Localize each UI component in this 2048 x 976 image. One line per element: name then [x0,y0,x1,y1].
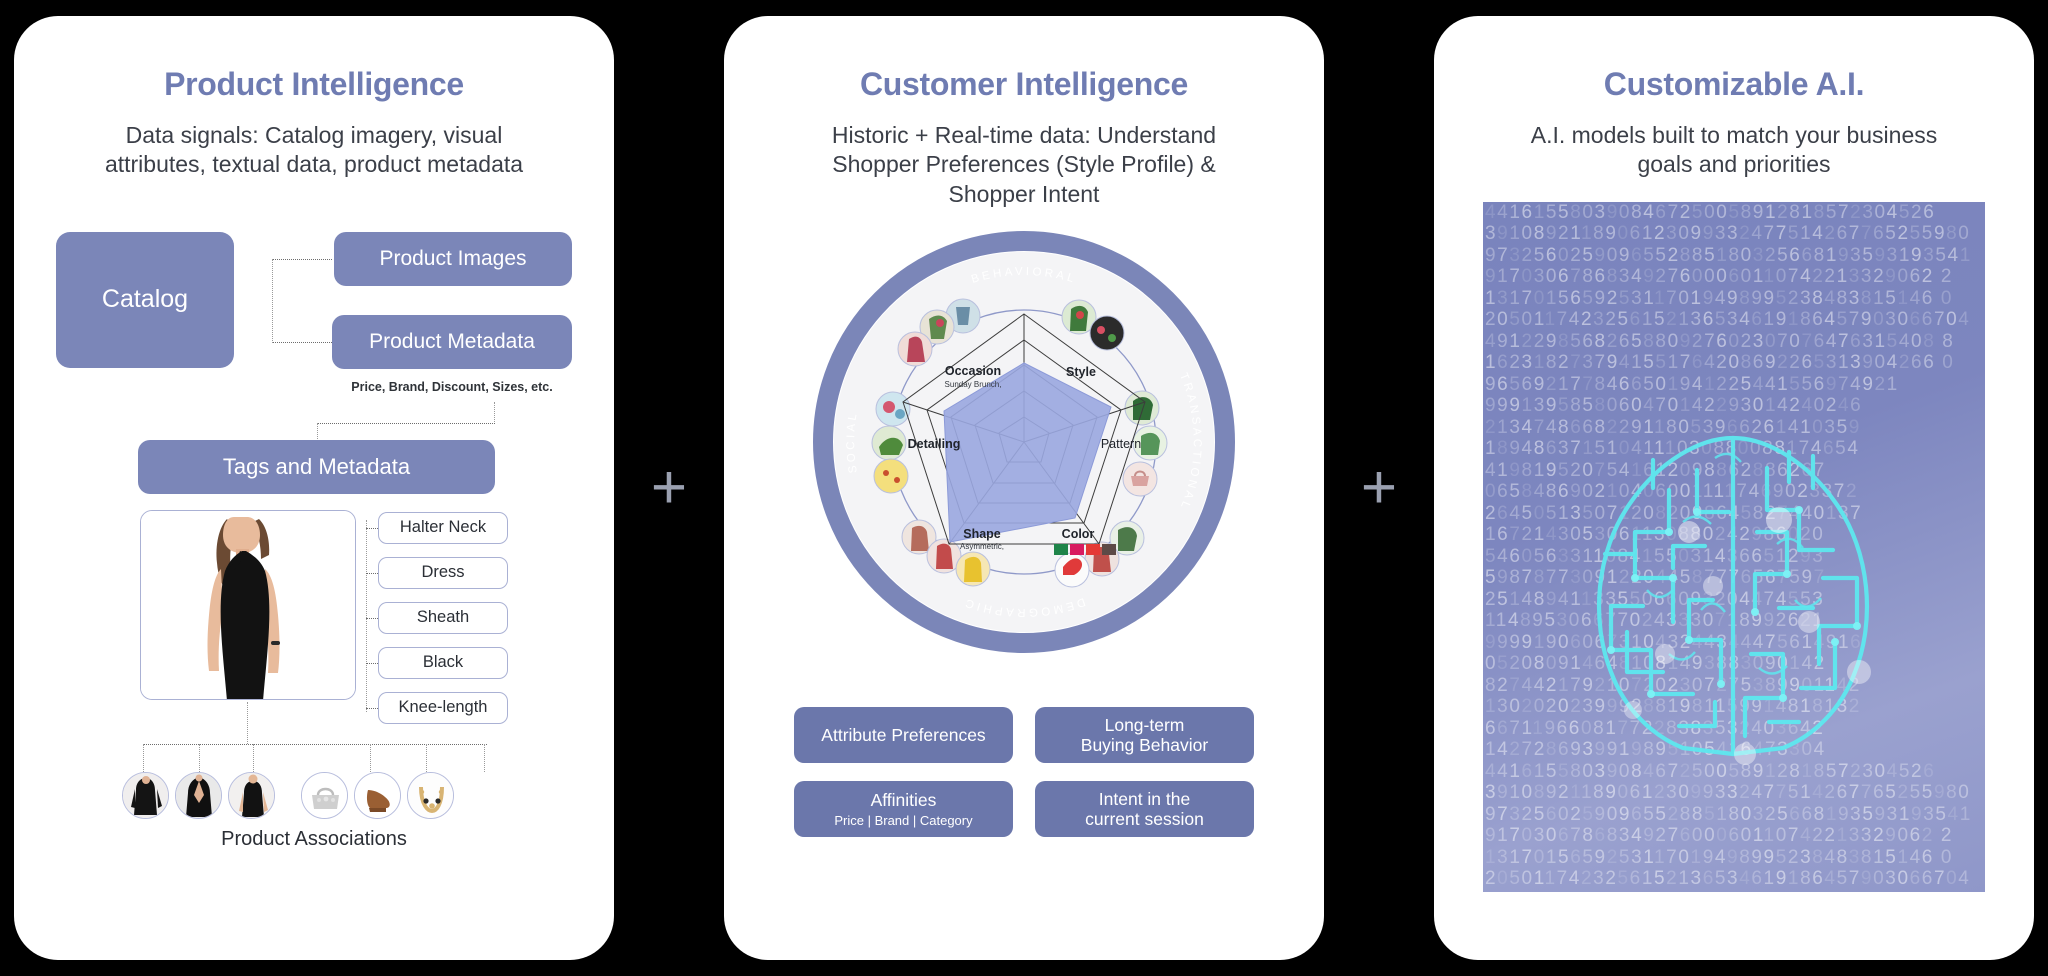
panel-3-title: Customizable A.I. [1603,66,1865,102]
affinities-label: Affinities [870,790,937,811]
connector-catalog-vertical [272,258,273,343]
association-thumb-dress-3[interactable] [228,771,275,819]
panel-2-subtitle: Historic + Real-time data: Understand Sh… [831,122,1217,207]
ai-brain-circuit-graphic: 4416155803908467250058912818572304526 39… [1483,201,1985,892]
comparison-panels-container: Product Intelligence Data signals: Catal… [0,0,2048,976]
radar-label-pattern: Pattern [1101,437,1141,451]
affinities-button[interactable]: Affinities Price | Brand | Category [794,781,1013,838]
radar-label-occasion: Occasion [945,364,1001,378]
assoc-drop [199,743,200,772]
product-images-node[interactable]: Product Images [334,231,572,286]
assoc-drop [143,743,144,772]
association-thumb-dress-2[interactable] [175,771,222,819]
black-dress-photo [141,510,355,699]
customer-signal-buttons: Attribute Preferences Long-term Buying B… [794,707,1254,838]
association-thumb-shoe[interactable] [354,771,401,819]
assoc-drop [253,743,254,772]
long-term-line1: Long-term [1104,714,1185,735]
tag-connector [366,707,378,709]
panel-product-intelligence: Product Intelligence Data signals: Catal… [14,16,614,960]
tag-connector [366,662,378,664]
connector-meta-down [494,401,495,424]
radar-label-style: Style [1066,365,1096,379]
connector-tags-down [317,422,318,441]
brain-circuit-overlay [1597,435,1871,765]
product-associations-caption: Product Associations [221,827,407,850]
attribute-tag[interactable]: Dress [378,556,508,589]
tag-connector [366,527,378,529]
assoc-bar [143,743,487,745]
panel-customizable-ai: Customizable A.I. A.I. models built to m… [1434,16,2034,960]
radar-label-color: Color [1062,527,1095,541]
product-intelligence-diagram: Catalog Product Images Product Metadata … [14,180,614,960]
color-swatch-red [1086,544,1100,556]
tags-and-metadata-node[interactable]: Tags and Metadata [138,439,495,494]
assoc-drop [484,743,485,772]
long-term-line2: Buying Behavior [1080,735,1209,756]
product-metadata-node[interactable]: Product Metadata [332,314,572,369]
radar-label-shape: Shape [963,527,1001,541]
product-associations-row [122,771,502,819]
attribute-tag-list: Halter Neck Dress Sheath Black Knee-leng… [378,511,508,737]
radar-sublabel-occasion: Sunday Brunch, [945,380,1002,389]
intent-line2: current session [1085,809,1204,830]
attribute-tag[interactable]: Knee-length [378,691,508,724]
connector-meta-across [317,422,495,424]
association-thumb-necklace[interactable] [407,771,454,819]
customer-intelligence-diagram: BEHAVIORAL TRANSACTIONAL DEMOGRAPHIC SOC… [724,209,1324,960]
attribute-preferences-button[interactable]: Attribute Preferences [794,707,1013,764]
plus-separator-2: + [1360,453,1398,522]
tag-connector [366,617,378,619]
connector-catalog-metadata [272,341,332,343]
assoc-stem [247,701,248,744]
association-thumb-handbag[interactable] [301,771,348,819]
tag-connector [366,572,378,574]
plus-separator-1: + [650,453,688,522]
customizable-ai-visual: 4416155803908467250058912818572304526 39… [1434,180,2034,960]
panel-customer-intelligence: Customer Intelligence Historic + Real-ti… [724,16,1324,960]
attribute-preferences-label: Attribute Preferences [821,724,986,745]
intent-line1: Intent in the [1098,788,1191,809]
affinities-sublabel: Price | Brand | Category [834,812,973,828]
connector-catalog-images [272,258,332,260]
attribute-tag[interactable]: Sheath [378,601,508,634]
association-thumb-dress-1[interactable] [122,771,169,819]
panel-1-title: Product Intelligence [164,66,464,102]
radar-label-detailing: Detailing [908,437,961,451]
color-swatch-brown [1102,544,1116,556]
attribute-tag[interactable]: Halter Neck [378,511,508,544]
assoc-drop [426,743,427,772]
radar-sublabel-shape: Asymmetric, [960,542,1004,551]
metadata-caption: Price, Brand, Discount, Sizes, etc. [351,379,553,394]
intent-current-session-button[interactable]: Intent in the current session [1035,781,1254,838]
long-term-buying-behavior-button[interactable]: Long-term Buying Behavior [1035,707,1254,764]
product-photo-frame [140,509,356,700]
style-profile-radar-wheel: BEHAVIORAL TRANSACTIONAL DEMOGRAPHIC SOC… [813,231,1235,654]
panel-2-title: Customer Intelligence [860,66,1188,102]
color-swatch-green [1054,544,1068,556]
attribute-tag[interactable]: Black [378,646,508,679]
color-swatch-pink [1070,544,1084,556]
panel-3-subtitle: A.I. models built to match your business… [1530,122,1938,178]
catalog-node[interactable]: Catalog [56,231,234,368]
assoc-drop [370,743,371,772]
panel-1-subtitle: Data signals: Catalog imagery, visual at… [104,122,524,178]
tag-rail [366,519,367,712]
